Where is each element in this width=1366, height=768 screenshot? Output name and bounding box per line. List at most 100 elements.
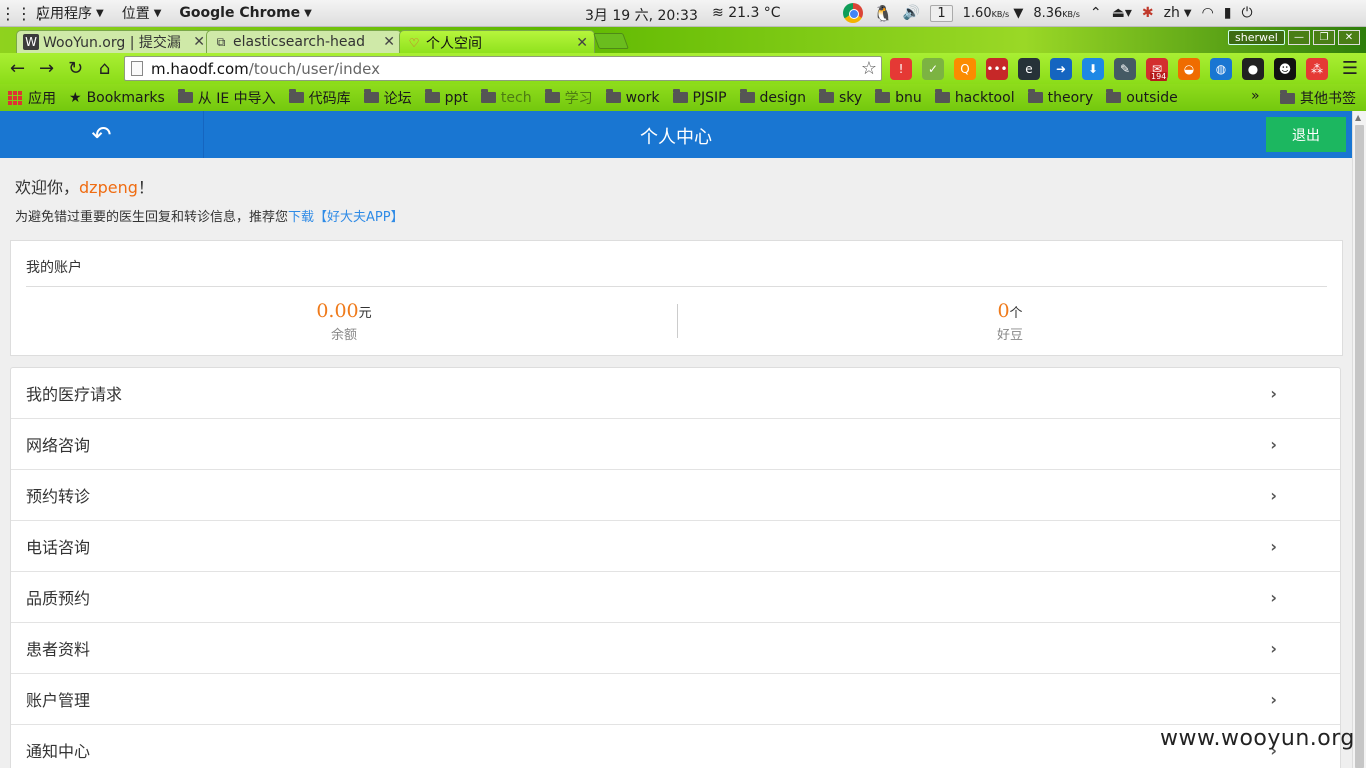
other-bookmarks[interactable]: 其他书签 (1280, 88, 1366, 108)
alert-icon[interactable]: ! (890, 58, 912, 80)
keyhole-icon[interactable]: ● (1242, 58, 1264, 80)
star-icon: ★ (69, 89, 82, 106)
minimize-button[interactable]: — (1288, 30, 1310, 45)
address-bar[interactable]: m.haodf.com/touch/user/index ☆ (124, 56, 882, 81)
page-scrollbar[interactable]: ▲ (1352, 111, 1366, 768)
menu-item-label: 电话咨询 (26, 538, 91, 557)
bookmark-item[interactable]: ★ Bookmarks (69, 90, 165, 106)
workspace-indicator[interactable]: 1 (930, 4, 953, 22)
bookmark-item[interactable]: sky (818, 89, 862, 106)
close-icon[interactable]: ✕ (383, 34, 395, 50)
back-arrow-icon[interactable]: ← (3, 58, 32, 79)
volume-icon[interactable]: 🔊 (903, 5, 920, 21)
bookmark-item[interactable]: 学习 (544, 88, 593, 108)
applications-menu[interactable]: 应用程序 ▼ (36, 3, 104, 23)
menu-item-account-management[interactable]: 账户管理 › (11, 674, 1340, 725)
check-icon[interactable]: ✓ (922, 58, 944, 80)
clock[interactable]: 3月 19 六, 20:33 (585, 5, 698, 25)
download-app-link[interactable]: 下载【好大夫APP】 (288, 210, 404, 225)
back-button[interactable]: ↶ (0, 111, 204, 158)
folder-icon (1280, 89, 1295, 104)
menu-item-phone-consult[interactable]: 电话咨询 › (11, 521, 1340, 572)
star-icon[interactable]: ☆ (861, 58, 877, 79)
gmail-icon[interactable]: ✉ 194 (1146, 58, 1168, 81)
download-icon[interactable]: ⬇ (1082, 58, 1104, 80)
chrome-icon[interactable] (843, 3, 863, 23)
dots-icon[interactable]: ••• (986, 58, 1008, 80)
menu-item-quality-booking[interactable]: 品质预约 › (11, 572, 1340, 623)
q-icon[interactable]: Q (954, 58, 976, 80)
home-icon[interactable]: ⌂ (90, 58, 119, 79)
menu-item-medical-requests[interactable]: 我的医疗请求 › (11, 368, 1340, 419)
beans-value: 0 (997, 300, 1010, 322)
bookmark-item[interactable]: tech (480, 89, 532, 106)
active-app-menu[interactable]: Google Chrome ▼ (179, 5, 311, 21)
bookmark-item[interactable]: hacktool (934, 89, 1015, 106)
scroll-up-icon[interactable]: ▲ (1355, 113, 1361, 122)
balance-stat[interactable]: 0.00元 余额 (11, 300, 677, 343)
e-icon[interactable]: e (1018, 58, 1040, 80)
chevron-right-icon: › (1270, 383, 1277, 403)
bookmark-item[interactable]: theory (1027, 89, 1093, 106)
logout-button[interactable]: 退出 (1266, 117, 1346, 152)
messenger-icon[interactable]: ✱ (1142, 5, 1154, 21)
bookmarks-overflow-button[interactable]: » (1251, 88, 1260, 104)
folder-icon (480, 89, 496, 103)
bookmark-item[interactable]: 应用 (8, 88, 56, 108)
menu-item-referral[interactable]: 预约转诊 › (11, 470, 1340, 521)
bookmark-item[interactable]: outside (1106, 89, 1178, 106)
scrollbar-thumb[interactable] (1355, 125, 1364, 768)
wifi-icon[interactable]: ◠ (1202, 5, 1214, 21)
close-icon[interactable]: ✕ (576, 35, 588, 51)
menu-icon[interactable]: ☰ (1342, 58, 1358, 79)
penguin-icon[interactable]: 🐧 (873, 4, 893, 23)
chevron-up-icon[interactable]: ⌃ (1090, 5, 1102, 21)
apps-grid-icon[interactable]: ⋮⋮⋮ (0, 4, 48, 23)
battery-icon[interactable]: ▮ (1224, 5, 1232, 21)
bookmark-item[interactable]: PJSIP (672, 89, 727, 106)
maximize-button[interactable]: ❐ (1313, 30, 1335, 45)
active-app-label: Google Chrome (179, 5, 301, 21)
places-menu[interactable]: 位置 ▼ (122, 3, 162, 23)
reload-icon[interactable]: ↻ (61, 58, 90, 79)
weather-indicator[interactable]: ≋ 21.3 °C (712, 5, 781, 21)
window-close-button[interactable]: ✕ (1338, 30, 1360, 45)
power-icon[interactable]: ⏻ (1242, 5, 1253, 21)
arrow-icon[interactable]: ➜ (1050, 58, 1072, 80)
language-menu[interactable]: zh ▼ (1164, 5, 1192, 21)
evernote-icon[interactable]: ✎ (1114, 58, 1136, 80)
bookmark-item[interactable]: ppt (424, 89, 468, 106)
globe-icon[interactable]: ◍ (1210, 58, 1232, 80)
folder-icon (288, 89, 304, 103)
menu-item-online-consult[interactable]: 网络咨询 › (11, 419, 1340, 470)
close-icon[interactable]: ✕ (193, 34, 205, 50)
bookmark-label: work (625, 89, 660, 106)
bookmark-item[interactable]: work (605, 89, 660, 106)
bookmark-label: 代码库 (308, 90, 351, 107)
beans-stat[interactable]: 0个 好豆 (677, 300, 1343, 343)
eject-icon[interactable]: ⏏▾ (1112, 5, 1132, 21)
forward-arrow-icon[interactable]: → (32, 58, 61, 79)
new-tab-button[interactable] (593, 33, 629, 49)
bookmark-list: 应用 ★ Bookmarks 从 IE 中导入 代码库 论坛 ppt tech 学习 work PJ… (8, 88, 1191, 108)
mask-icon[interactable]: ☻ (1274, 58, 1296, 80)
bookmark-item[interactable]: 代码库 (288, 88, 351, 108)
profile-badge[interactable]: sherwel (1228, 30, 1285, 45)
bookmark-item[interactable]: bnu (875, 89, 922, 106)
menu-item-patient-info[interactable]: 患者资料 › (11, 623, 1340, 674)
tab-wooyun[interactable]: W WooYun.org | 提交漏 ✕ (16, 30, 212, 53)
username: dzpeng (79, 178, 138, 197)
bookmark-item[interactable]: 从 IE 中导入 (177, 88, 276, 108)
menu-item-label: 我的医疗请求 (26, 385, 123, 404)
tab-elasticsearch[interactable]: ⧉ elasticsearch-head ✕ (206, 30, 402, 53)
menu-list: 我的医疗请求 › 网络咨询 › 预约转诊 › 电话咨询 › 品质预约 › 患者资料 › 账户… (10, 367, 1341, 768)
tab-personal-space[interactable]: ♡ 个人空间 ✕ (399, 30, 595, 54)
dots-red-icon[interactable]: ⁂ (1306, 58, 1328, 80)
caret-down-icon: ▼ (153, 7, 162, 19)
bookmark-item[interactable]: design (739, 89, 806, 106)
bookmark-item[interactable]: 论坛 (363, 88, 412, 108)
menu-item-notifications[interactable]: 通知中心 › (11, 725, 1340, 768)
net-down-value: 1.60 (962, 5, 992, 21)
basket-icon[interactable]: ◒ (1178, 58, 1200, 80)
folder-icon (739, 89, 755, 103)
